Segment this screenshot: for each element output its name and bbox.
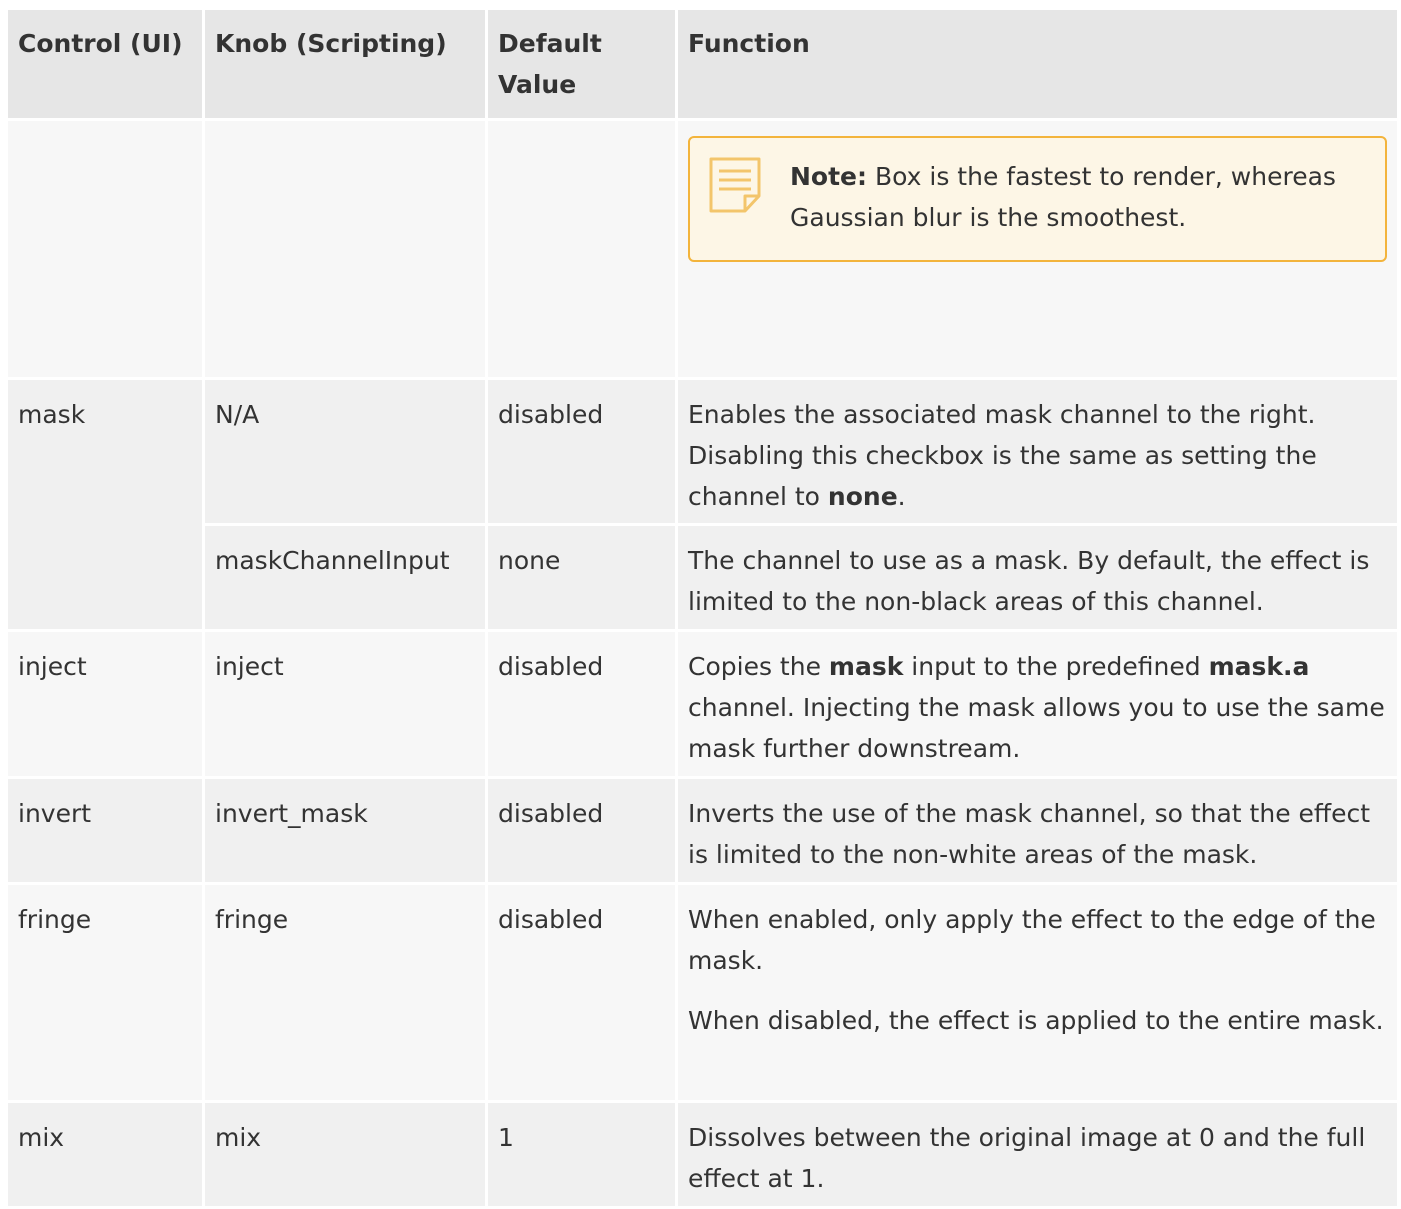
table-row: inject inject disabled Copies the mask i… — [5, 629, 1400, 779]
function-cell: Enables the associated mask channel to t… — [675, 377, 1400, 526]
default-cell: none — [485, 523, 678, 632]
function-cell: Copies the mask input to the predefined … — [675, 629, 1400, 779]
function-bold-text: none — [827, 482, 898, 511]
default-cell: disabled — [485, 882, 678, 1103]
function-cell: Inverts the use of the mask channel, so … — [675, 776, 1400, 885]
knobs-table: Control (UI) Knob (Scripting) Default Va… — [5, 7, 1400, 1209]
table-header-row: Control (UI) Knob (Scripting) Default Va… — [5, 7, 1400, 121]
note-box: Note: Box is the fastest to render, wher… — [688, 136, 1387, 262]
function-cell: When enabled, only apply the effect to t… — [675, 882, 1400, 1103]
knob-cell: N/A — [202, 377, 488, 526]
knob-cell: inject — [202, 629, 488, 779]
function-paragraph: When enabled, only apply the effect to t… — [688, 905, 1376, 975]
control-cell: mask — [5, 377, 205, 632]
table-row: invert invert_mask disabled Inverts the … — [5, 776, 1400, 885]
table-row: maskChannelInput none The channel to use… — [7, 523, 1400, 632]
function-cell: Note: Box is the fastest to render, wher… — [675, 118, 1400, 380]
default-cell: disabled — [485, 377, 678, 526]
function-cell: The channel to use as a mask. By default… — [675, 523, 1400, 632]
header-control: Control (UI) — [5, 7, 205, 121]
knob-cell: maskChannelInput — [202, 523, 488, 632]
function-bold-text: mask.a — [1208, 652, 1310, 681]
table-row: Note: Box is the fastest to render, wher… — [5, 118, 1400, 380]
note-paper-icon — [708, 156, 762, 214]
function-text: Copies the — [688, 652, 829, 681]
function-paragraph: When disabled, the effect is applied to … — [688, 1006, 1384, 1035]
default-cell — [485, 118, 678, 380]
function-bold-text: mask — [828, 652, 904, 681]
header-default-value: Default Value — [485, 7, 678, 121]
function-text: . — [897, 482, 906, 511]
control-cell — [5, 118, 205, 380]
table-row: mask N/A disabled Enables the associated… — [5, 377, 1400, 632]
table-row: fringe fringe disabled When enabled, onl… — [5, 882, 1400, 1103]
function-text: input to the predefined — [903, 652, 1209, 681]
function-text: Enables the associated mask channel to t… — [688, 400, 1317, 511]
control-cell: inject — [5, 629, 205, 779]
knob-cell: fringe — [202, 882, 488, 1103]
function-text: channel. Injecting the mask allows you t… — [688, 693, 1385, 763]
control-cell: invert — [5, 776, 205, 885]
note-label: Note: — [790, 162, 868, 191]
header-knob: Knob (Scripting) — [202, 7, 488, 121]
knob-cell — [202, 118, 488, 380]
header-function: Function — [675, 7, 1400, 121]
default-cell: disabled — [485, 629, 678, 779]
default-cell: disabled — [485, 776, 678, 885]
note-text: Box is the fastest to render, whereas Ga… — [790, 162, 1336, 232]
control-cell: fringe — [5, 882, 205, 1103]
knob-cell: invert_mask — [202, 776, 488, 885]
